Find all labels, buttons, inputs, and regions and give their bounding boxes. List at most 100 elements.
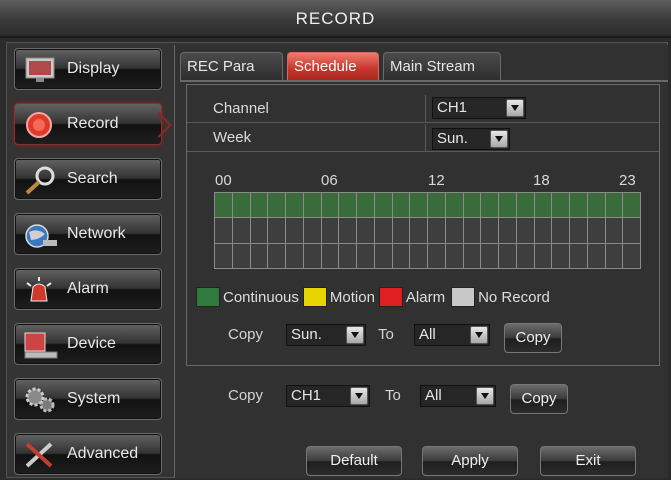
schedule-cell[interactable] [570,218,587,243]
schedule-cell[interactable] [463,218,481,243]
schedule-cell[interactable] [392,193,410,218]
schedule-cell[interactable] [321,193,339,218]
schedule-cell[interactable] [534,193,552,218]
copy-channel-from-select[interactable]: CH1 [286,385,370,407]
sidebar-item-search[interactable]: Search [14,158,162,200]
schedule-cell[interactable] [303,218,321,243]
schedule-cell[interactable] [374,193,392,218]
schedule-cell[interactable] [410,218,427,243]
schedule-cell[interactable] [481,243,498,268]
schedule-cell[interactable] [534,218,552,243]
schedule-cell[interactable] [374,218,392,243]
schedule-cell[interactable] [268,193,285,218]
apply-button[interactable]: Apply [422,446,518,476]
schedule-cell[interactable] [623,218,640,243]
schedule-cell[interactable] [481,218,498,243]
schedule-cell[interactable] [516,218,534,243]
schedule-cell[interactable] [215,243,232,268]
schedule-cell[interactable] [516,243,534,268]
exit-button[interactable]: Exit [540,446,636,476]
schedule-cell[interactable] [357,243,374,268]
channel-select[interactable]: CH1 [432,97,526,119]
schedule-cell[interactable] [445,218,463,243]
default-button[interactable]: Default [306,446,402,476]
schedule-cell[interactable] [570,193,587,218]
tab-main-stream[interactable]: Main Stream [383,52,501,80]
schedule-cell[interactable] [357,218,374,243]
schedule-cell[interactable] [605,193,623,218]
sidebar-item-device[interactable]: Device [14,323,162,365]
copy-channel-to-select[interactable]: All [420,385,496,407]
schedule-cell[interactable] [445,243,463,268]
schedule-cell[interactable] [215,218,232,243]
sidebar-item-network[interactable]: Network [14,213,162,255]
schedule-cell[interactable] [428,218,445,243]
schedule-cell[interactable] [516,193,534,218]
schedule-cell[interactable] [303,193,321,218]
sidebar-item-record[interactable]: Record [14,103,162,145]
schedule-cell[interactable] [303,243,321,268]
chevron-down-icon[interactable] [506,99,524,117]
tab-schedule[interactable]: Schedule [287,52,379,80]
schedule-cell[interactable] [499,193,516,218]
chevron-down-icon[interactable] [490,130,508,148]
chevron-down-icon[interactable] [470,326,488,344]
schedule-cell[interactable] [392,218,410,243]
schedule-cell[interactable] [250,218,268,243]
schedule-cell[interactable] [268,243,285,268]
schedule-cell[interactable] [286,243,303,268]
schedule-cell[interactable] [587,243,605,268]
sidebar-item-alarm[interactable]: Alarm [14,268,162,310]
schedule-cell[interactable] [286,193,303,218]
copy-channel-button[interactable]: Copy [510,384,568,414]
schedule-cell[interactable] [605,218,623,243]
schedule-cell[interactable] [321,243,339,268]
schedule-cell[interactable] [534,243,552,268]
sidebar-item-display[interactable]: Display [14,48,162,90]
copy-day-to-select[interactable]: All [414,324,490,346]
schedule-cell[interactable] [321,218,339,243]
schedule-cell[interactable] [552,218,569,243]
schedule-cell[interactable] [268,218,285,243]
schedule-cell[interactable] [232,193,250,218]
schedule-cell[interactable] [552,193,569,218]
chevron-down-icon[interactable] [346,326,364,344]
chevron-down-icon[interactable] [350,387,368,405]
schedule-cell[interactable] [499,218,516,243]
schedule-cell[interactable] [250,243,268,268]
schedule-cell[interactable] [463,243,481,268]
schedule-cell[interactable] [250,193,268,218]
schedule-cell[interactable] [232,243,250,268]
schedule-cell[interactable] [570,243,587,268]
schedule-cell[interactable] [286,218,303,243]
week-select[interactable]: Sun. [432,128,510,150]
schedule-cell[interactable] [392,243,410,268]
sidebar-item-advanced[interactable]: Advanced [14,433,162,475]
copy-day-button[interactable]: Copy [504,323,562,353]
schedule-cell[interactable] [339,243,356,268]
schedule-cell[interactable] [623,243,640,268]
schedule-cell[interactable] [552,243,569,268]
schedule-cell[interactable] [428,193,445,218]
schedule-cell[interactable] [410,243,427,268]
schedule-grid[interactable] [214,192,641,269]
schedule-cell[interactable] [215,193,232,218]
schedule-cell[interactable] [587,193,605,218]
schedule-cell[interactable] [463,193,481,218]
schedule-cell[interactable] [499,243,516,268]
schedule-cell[interactable] [623,193,640,218]
tab-rec-para[interactable]: REC Para [180,52,283,80]
schedule-cell[interactable] [339,218,356,243]
copy-day-from-select[interactable]: Sun. [286,324,366,346]
schedule-cell[interactable] [587,218,605,243]
schedule-cell[interactable] [374,243,392,268]
schedule-cell[interactable] [410,193,427,218]
schedule-cell[interactable] [481,193,498,218]
sidebar-item-system[interactable]: System [14,378,162,420]
schedule-cell[interactable] [232,218,250,243]
chevron-down-icon[interactable] [476,387,494,405]
schedule-cell[interactable] [445,193,463,218]
schedule-cell[interactable] [357,193,374,218]
schedule-cell[interactable] [428,243,445,268]
schedule-cell[interactable] [339,193,356,218]
